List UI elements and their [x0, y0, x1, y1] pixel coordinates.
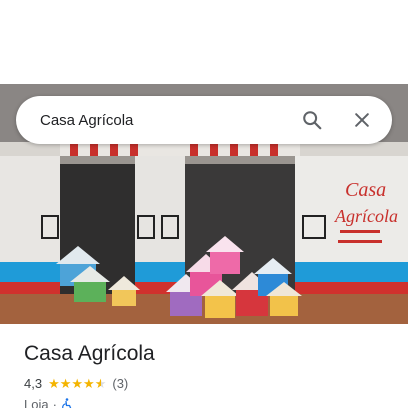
star-icon: ★ — [71, 376, 84, 391]
sign-text-2: Agrícola — [334, 206, 398, 226]
star-icon: ★ — [48, 376, 60, 391]
maps-place-screen: Casa Agrícola Casa Agrícola Casa Agrícol… — [0, 0, 408, 408]
sign-text-1: Casa — [345, 179, 386, 201]
place-title: Casa Agrícola — [24, 342, 155, 365]
star-icon: ★ — [59, 376, 72, 391]
rating-row[interactable]: 4,3 ★ ★ ★ ★ ★ (3) — [24, 376, 128, 391]
category-row: Loja · — [24, 397, 73, 408]
close-icon — [355, 113, 369, 127]
search-input[interactable]: Casa Agrícola — [40, 112, 280, 129]
clear-search-button[interactable] — [344, 102, 380, 138]
star-icon: ★ — [83, 376, 95, 391]
search-button[interactable] — [294, 102, 330, 138]
separator: · — [52, 397, 57, 408]
review-count[interactable]: (3) — [112, 376, 128, 391]
search-icon — [303, 111, 322, 130]
search-bar[interactable]: Casa Agrícola — [16, 96, 392, 144]
star-half-icon: ★ — [94, 376, 107, 391]
wheelchair-icon — [61, 398, 73, 408]
place-category: Loja — [24, 397, 49, 408]
star-rating: ★ ★ ★ ★ ★ — [48, 377, 106, 390]
rating-value: 4,3 — [24, 376, 43, 391]
